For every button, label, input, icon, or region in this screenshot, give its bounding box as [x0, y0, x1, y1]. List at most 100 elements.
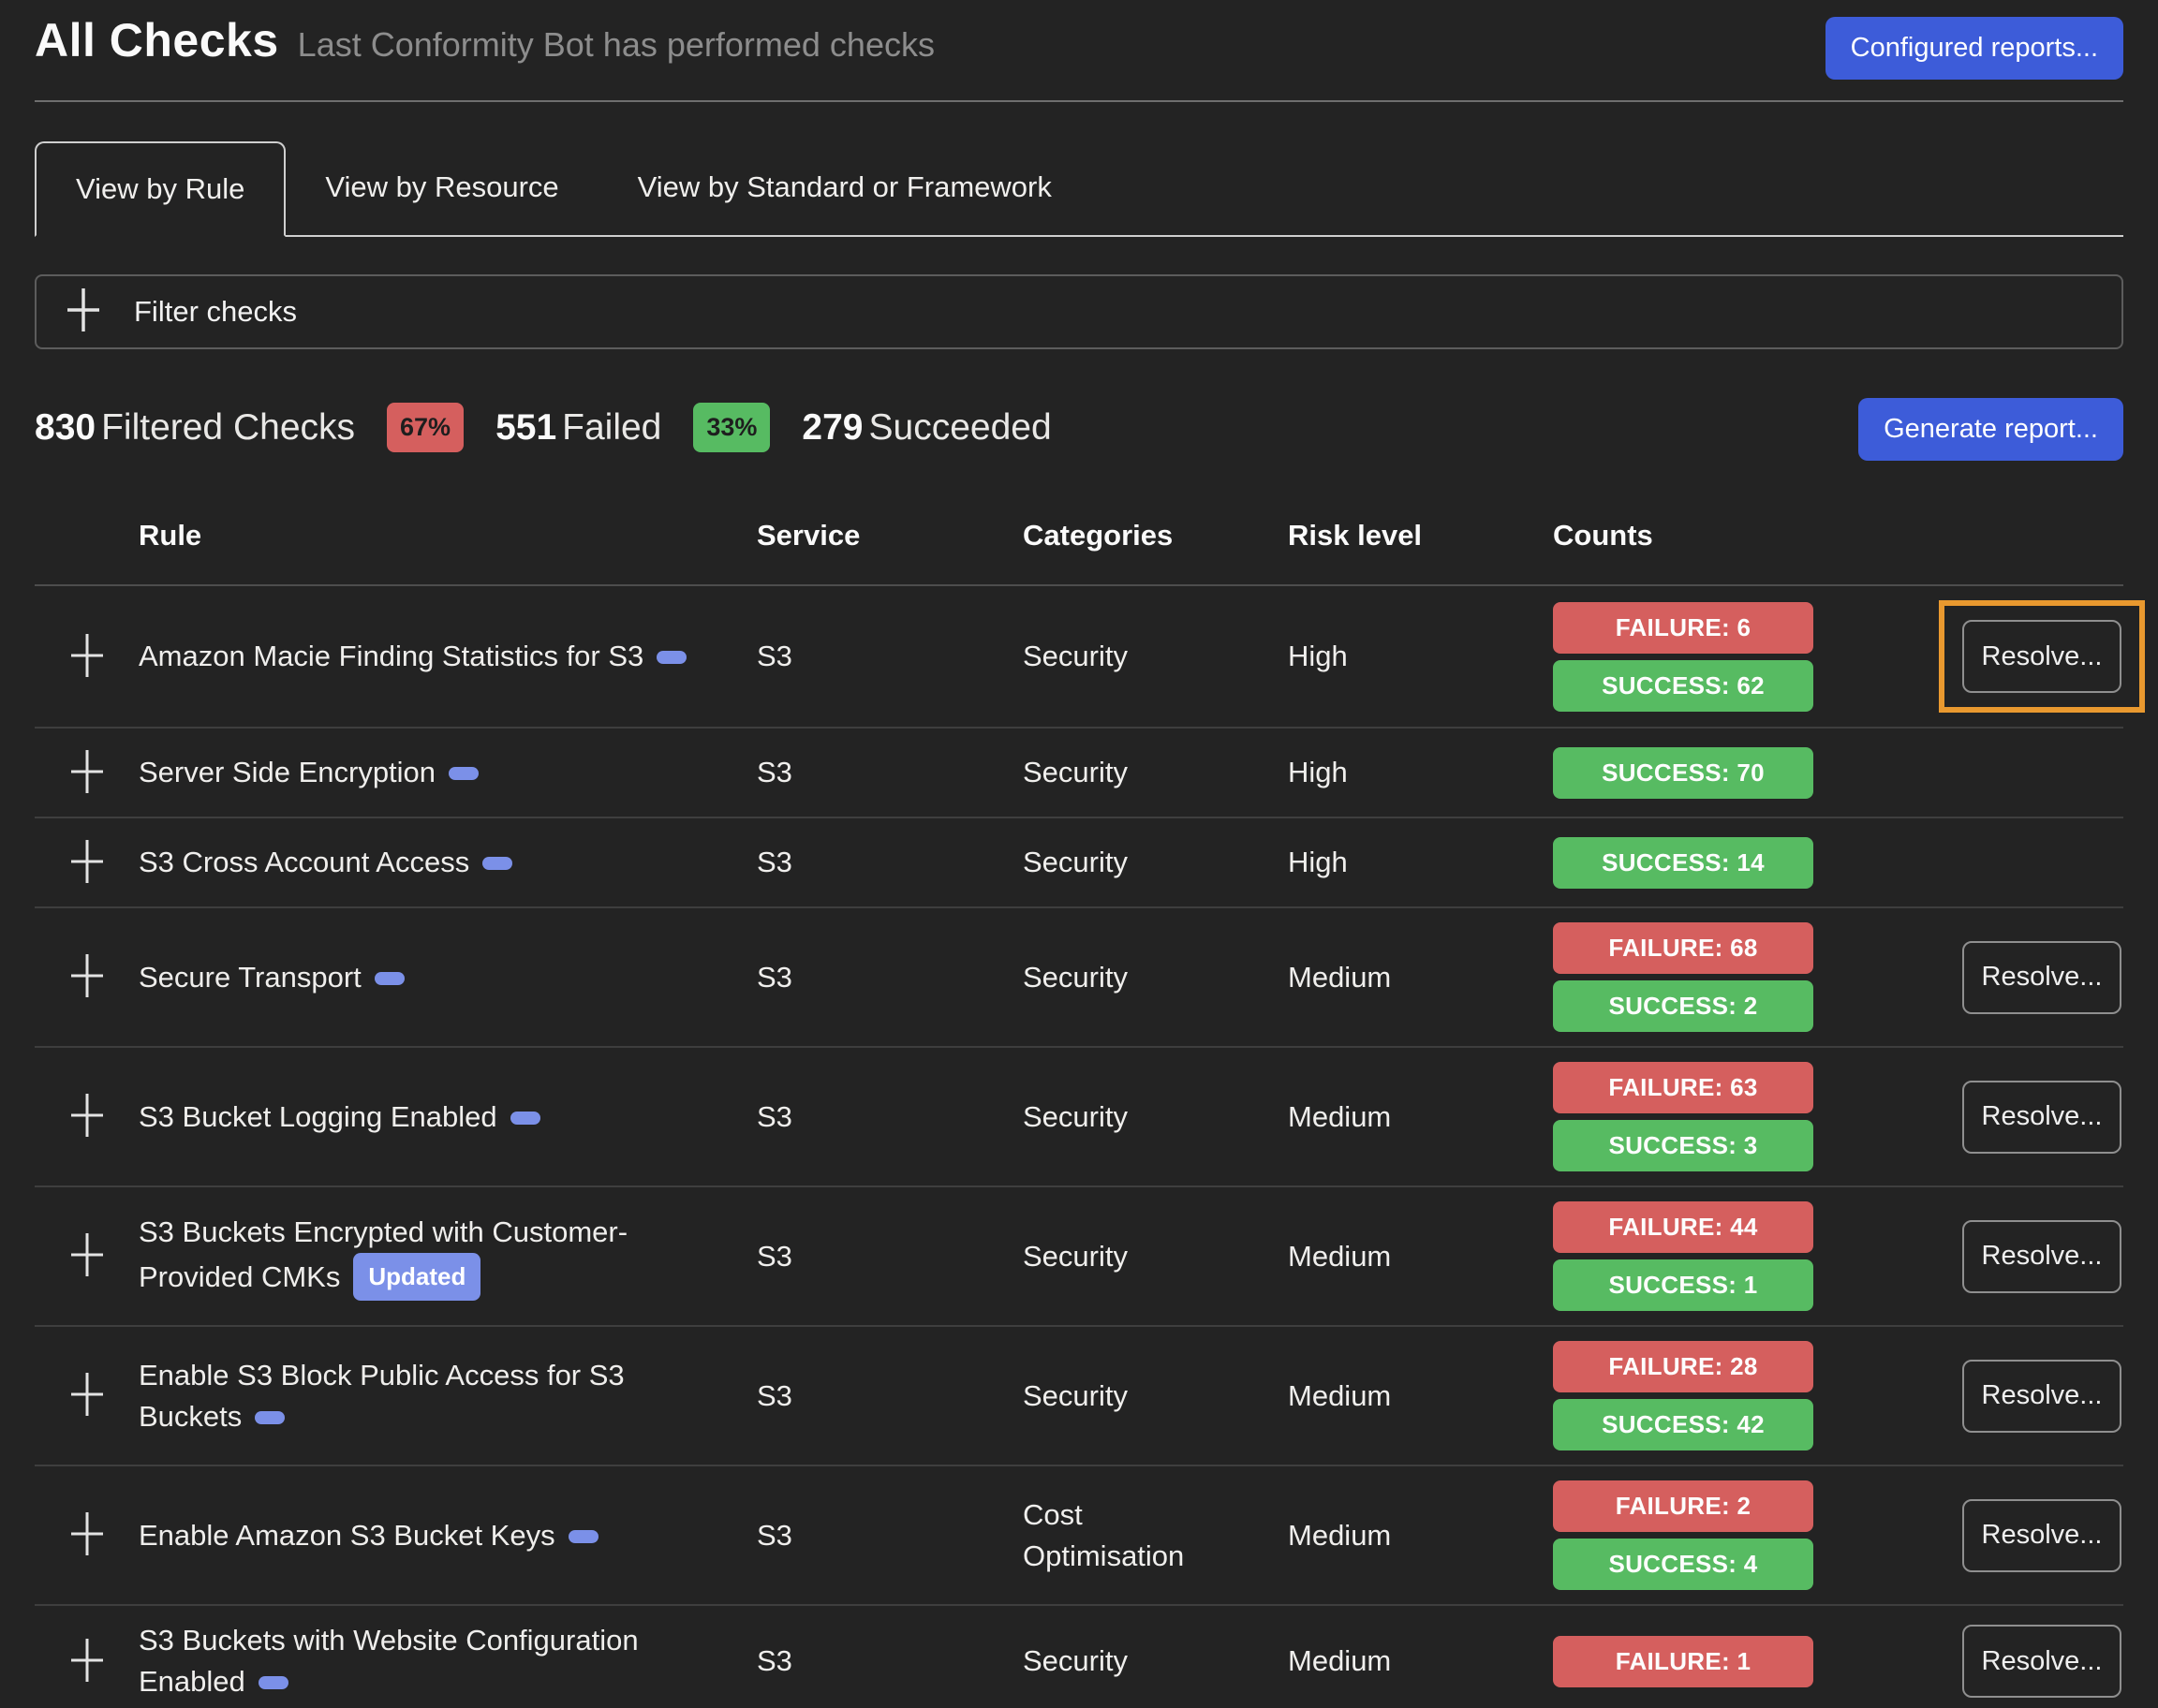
failure-count-badge: FAILURE: 68: [1553, 922, 1813, 974]
table-row: S3 Buckets Encrypted with Customer-Provi…: [35, 1187, 2123, 1327]
column-header-service: Service: [757, 515, 1023, 556]
expander-cell: [35, 1230, 139, 1282]
generate-report-button[interactable]: Generate report...: [1858, 398, 2123, 461]
configured-reports-button[interactable]: Configured reports...: [1825, 17, 2123, 80]
plus-icon: [70, 1370, 104, 1421]
success-count-badge: SUCCESS: 1: [1553, 1259, 1813, 1311]
expander-cell: [35, 951, 139, 1003]
success-count-badge: SUCCESS: 70: [1553, 747, 1813, 799]
failed-count: 551: [495, 407, 556, 448]
counts-cell: FAILURE: 2SUCCESS: 4: [1553, 1480, 1962, 1590]
tab-view-by-standard-or-framework[interactable]: View by Standard or Framework: [599, 141, 1091, 235]
page-header: All Checks Last Conformity Bot has perfo…: [35, 0, 2123, 80]
table-row: Enable Amazon S3 Bucket Keys S3 Cost Opt…: [35, 1466, 2123, 1606]
service-cell: S3: [757, 1236, 1023, 1277]
expand-row-button[interactable]: [70, 1509, 104, 1561]
service-cell: S3: [757, 842, 1023, 883]
counts-cell: FAILURE: 63 SUCCESS: 3: [1553, 1062, 1962, 1171]
resolve-button[interactable]: Resolve...: [1962, 620, 2121, 693]
updated-badge: Updated: [353, 1253, 480, 1301]
expander-cell: [35, 747, 139, 799]
filtered-checks-count: 830: [35, 407, 96, 448]
expand-row-button[interactable]: [70, 837, 104, 889]
actions-cell: Resolve...: [1962, 1220, 2123, 1293]
table-row: S3 Cross Account Access S3 Security High…: [35, 818, 2123, 908]
risk-level-cell: Medium: [1288, 1515, 1553, 1556]
updated-badge: [569, 1530, 599, 1543]
updated-badge: [375, 972, 405, 985]
categories-cell: Security: [1023, 1376, 1288, 1417]
tab-view-by-resource[interactable]: View by Resource: [286, 141, 598, 235]
expand-row-button[interactable]: [70, 1230, 104, 1282]
expand-row-button[interactable]: [70, 1636, 104, 1687]
tab-view-by-rule[interactable]: View by Rule: [35, 141, 286, 237]
updated-badge: [510, 1112, 540, 1125]
service-cell: S3: [757, 1515, 1023, 1556]
categories-cell: Cost Optimisation: [1023, 1494, 1288, 1577]
counts-cell: FAILURE: 1: [1553, 1636, 1962, 1687]
failure-count-badge: FAILURE: 63: [1553, 1062, 1813, 1113]
counts-cell: FAILURE: 28SUCCESS: 42: [1553, 1341, 1962, 1450]
expander-cell: [35, 837, 139, 889]
expand-row-button[interactable]: [70, 1370, 104, 1421]
header-divider: [35, 100, 2123, 102]
resolve-button[interactable]: Resolve...: [1962, 941, 2121, 1014]
failure-count-badge: FAILURE: 2: [1553, 1480, 1813, 1532]
rule-name: Server Side Encryption: [139, 756, 436, 788]
service-cell: S3: [757, 957, 1023, 998]
resolve-button[interactable]: Resolve...: [1962, 1499, 2121, 1572]
rule-cell: S3 Buckets Encrypted with Customer-Provi…: [139, 1212, 757, 1301]
plus-icon: [70, 951, 104, 1003]
expander-cell: [35, 631, 139, 683]
column-header-counts: Counts: [1553, 515, 1962, 556]
rule-cell: Enable Amazon S3 Bucket Keys: [139, 1515, 757, 1556]
risk-level-cell: Medium: [1288, 957, 1553, 998]
rule-name: Amazon Macie Finding Statistics for S3: [139, 640, 643, 672]
failure-count-badge: FAILURE: 1: [1553, 1636, 1813, 1687]
actions-cell: Resolve...: [1962, 941, 2123, 1014]
actions-cell: Resolve...: [1962, 600, 2123, 713]
expander-cell: [35, 1091, 139, 1142]
expand-row-button[interactable]: [70, 951, 104, 1003]
risk-level-cell: Medium: [1288, 1236, 1553, 1277]
risk-level-cell: Medium: [1288, 1376, 1553, 1417]
counts-cell: FAILURE: 44 SUCCESS: 1: [1553, 1201, 1962, 1311]
resolve-button[interactable]: Resolve...: [1962, 1360, 2121, 1433]
categories-cell: Security: [1023, 752, 1288, 793]
column-header-rule: Rule: [139, 515, 757, 556]
expand-row-button[interactable]: [70, 747, 104, 799]
page-title: All Checks: [35, 13, 279, 67]
plus-icon: [67, 286, 100, 339]
rule-cell: Enable S3 Block Public Access for S3 Buc…: [139, 1355, 757, 1437]
failure-count-badge: FAILURE: 6: [1553, 602, 1813, 654]
categories-cell: Security: [1023, 1097, 1288, 1138]
filter-checks-label: Filter checks: [134, 295, 297, 329]
success-count-badge: SUCCESS: 3: [1553, 1120, 1813, 1171]
column-header-risk-level: Risk level: [1288, 515, 1553, 556]
expand-row-button[interactable]: [70, 631, 104, 683]
updated-badge: [482, 857, 512, 870]
success-count-badge: SUCCESS: 14: [1553, 837, 1813, 889]
expander-cell: [35, 1636, 139, 1687]
rule-cell: Amazon Macie Finding Statistics for S3: [139, 636, 757, 677]
service-cell: S3: [757, 1097, 1023, 1138]
actions-cell: Resolve...: [1962, 1625, 2123, 1698]
expand-row-button[interactable]: [70, 1091, 104, 1142]
categories-cell: Security: [1023, 842, 1288, 883]
actions-cell: Resolve...: [1962, 1499, 2123, 1572]
plus-icon: [70, 1509, 104, 1561]
resolve-button[interactable]: Resolve...: [1962, 1625, 2121, 1698]
updated-badge: [259, 1676, 288, 1689]
filter-checks-bar[interactable]: Filter checks: [35, 274, 2123, 349]
resolve-button[interactable]: Resolve...: [1962, 1220, 2121, 1293]
plus-icon: [70, 1091, 104, 1142]
expander-cell: [35, 1370, 139, 1421]
updated-badge: [255, 1411, 285, 1424]
failure-count-badge: FAILURE: 44: [1553, 1201, 1813, 1253]
rule-name: S3 Bucket Logging Enabled: [139, 1100, 497, 1133]
service-cell: S3: [757, 752, 1023, 793]
checks-table: Rule Service Categories Risk level Count…: [35, 515, 2123, 1708]
resolve-button[interactable]: Resolve...: [1962, 1081, 2121, 1154]
failed-percent-badge: 67%: [387, 403, 464, 452]
all-checks-page: All Checks Last Conformity Bot has perfo…: [0, 0, 2158, 1708]
